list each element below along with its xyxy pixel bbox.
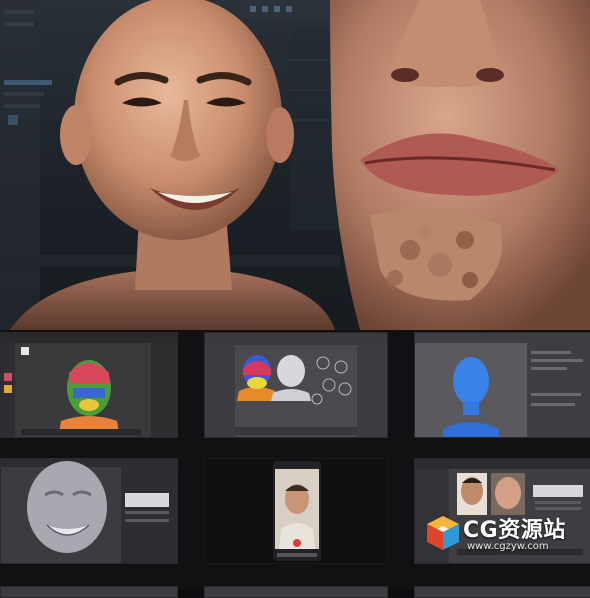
cube-logo-icon xyxy=(427,516,459,550)
hero-illustration xyxy=(0,0,590,330)
hero-render xyxy=(0,0,590,330)
thumbnail-blue-bust[interactable] xyxy=(414,332,590,438)
thumbnail-partial-1[interactable] xyxy=(0,586,178,598)
thumbnail-maya-heads[interactable] xyxy=(204,332,388,438)
thumbnail-grey-sculpt[interactable] xyxy=(0,458,178,564)
watermark-title: CG资源站 xyxy=(463,518,566,543)
watermark-url: www.cgzyw.com xyxy=(467,541,549,552)
watermark-logo: CG资源站 www.cgzyw.com xyxy=(425,510,585,556)
thumbnail-phone-capture[interactable] xyxy=(204,458,388,564)
thumbnail-zbrush-polypaint[interactable] xyxy=(0,332,178,438)
thumbnail-partial-2[interactable] xyxy=(204,586,388,598)
thumbnail-partial-3[interactable] xyxy=(414,586,590,598)
